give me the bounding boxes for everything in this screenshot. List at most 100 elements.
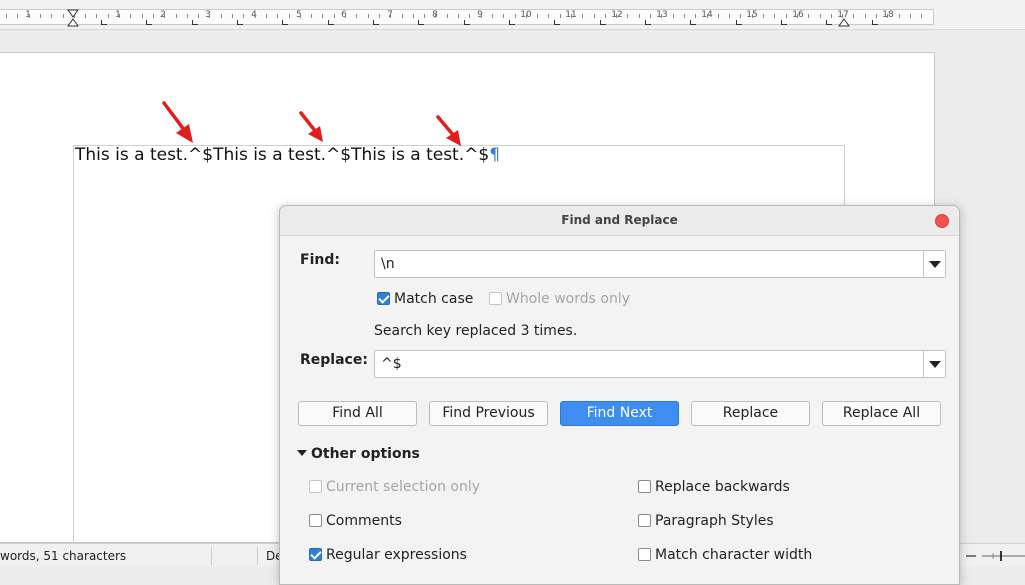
ruler-tick xyxy=(752,14,753,18)
ruler-tick xyxy=(899,14,900,18)
ruler-tick xyxy=(289,14,290,18)
ruler-tick xyxy=(447,14,448,18)
find-next-button[interactable]: Find Next xyxy=(560,401,679,426)
ruler-tick xyxy=(96,14,97,18)
chevron-down-icon[interactable] xyxy=(923,251,945,277)
ruler-tick xyxy=(356,14,357,18)
paragraph-styles-checkbox[interactable]: Paragraph Styles xyxy=(638,513,774,529)
ruler-tick xyxy=(198,14,199,18)
ruler-tick xyxy=(63,14,64,18)
checkbox-icon[interactable] xyxy=(309,480,322,493)
replace-backwards-label: Replace backwards xyxy=(655,479,790,495)
tab-stop-marker xyxy=(600,20,606,25)
ruler-tick xyxy=(29,14,30,18)
whole-words-label: Whole words only xyxy=(506,291,631,307)
ruler-tick xyxy=(164,14,165,18)
ruler-tick xyxy=(560,14,561,18)
ruler-tick xyxy=(503,14,504,18)
checkbox-icon[interactable] xyxy=(638,480,651,493)
ruler-tick xyxy=(820,14,821,18)
ruler-tick xyxy=(40,14,41,18)
ruler-tick xyxy=(673,14,674,18)
ruler-tick xyxy=(300,14,301,18)
ruler-number: 5 xyxy=(296,10,302,20)
ruler-tick xyxy=(209,14,210,18)
tab-stop-marker xyxy=(464,20,470,25)
tab-stop-marker xyxy=(781,20,787,25)
checkbox-checked-icon[interactable] xyxy=(309,548,322,561)
word-count-status[interactable]: words, 51 characters xyxy=(0,549,126,563)
ruler-tick xyxy=(718,14,719,18)
red-arrow-annotation-icon xyxy=(162,101,193,143)
replace-backwards-checkbox[interactable]: Replace backwards xyxy=(638,479,790,495)
ruler-tick xyxy=(176,14,177,18)
dialog-titlebar[interactable]: Find and Replace xyxy=(280,206,959,236)
ruler-tick xyxy=(695,14,696,18)
ruler-tick xyxy=(435,14,436,18)
ruler-tick xyxy=(130,14,131,18)
ruler-tick xyxy=(379,14,380,18)
ruler-tick xyxy=(661,14,662,18)
tab-stop-marker xyxy=(509,20,515,25)
ruler-tick xyxy=(526,14,527,18)
search-status-message: Search key replaced 3 times. xyxy=(374,323,578,339)
replace-combobox[interactable]: ^$ xyxy=(374,350,946,378)
match-character-width-checkbox[interactable]: Match character width xyxy=(638,547,812,563)
ruler-tick xyxy=(684,14,685,18)
match-case-checkbox[interactable]: Match case xyxy=(377,291,473,307)
tab-stop-marker xyxy=(690,20,696,25)
ruler-tick xyxy=(221,14,222,18)
zoom-slider[interactable] xyxy=(960,548,1025,564)
tab-stop-marker xyxy=(146,20,152,25)
text-segment: This is a test.^$ xyxy=(213,145,352,165)
ruler-tick xyxy=(108,14,109,18)
ruler-number: 3 xyxy=(205,10,211,20)
checkbox-icon[interactable] xyxy=(638,514,651,527)
red-arrow-annotation-icon xyxy=(299,111,323,142)
comments-label: Comments xyxy=(326,513,402,529)
ruler-tick xyxy=(865,14,866,18)
close-icon[interactable] xyxy=(935,214,949,228)
ruler-tick xyxy=(808,14,809,18)
replace-button[interactable]: Replace xyxy=(691,401,810,426)
find-previous-button[interactable]: Find Previous xyxy=(429,401,548,426)
ruler-tick xyxy=(774,14,775,18)
whole-words-checkbox[interactable]: Whole words only xyxy=(489,291,630,307)
other-options-expander[interactable]: Other options xyxy=(297,446,420,462)
checkbox-checked-icon[interactable] xyxy=(377,292,390,305)
replace-all-button[interactable]: Replace All xyxy=(822,401,941,426)
right-indent-marker-icon[interactable] xyxy=(838,9,850,27)
ruler-tick xyxy=(605,14,606,18)
ruler-tick xyxy=(627,14,628,18)
tab-stop-marker xyxy=(826,20,832,25)
ruler-tick xyxy=(232,14,233,18)
ruler-number: 13 xyxy=(656,10,668,20)
current-selection-only-checkbox[interactable]: Current selection only xyxy=(309,479,480,495)
find-input[interactable]: \n xyxy=(381,256,395,272)
left-indent-marker-icon[interactable] xyxy=(67,9,79,27)
ruler-number: 2 xyxy=(160,10,166,20)
find-combobox[interactable]: \n xyxy=(374,250,946,278)
ruler-tick xyxy=(322,14,323,18)
ruler-tick xyxy=(639,14,640,18)
tab-stop-marker xyxy=(736,20,742,25)
checkbox-icon[interactable] xyxy=(638,548,651,561)
ruler-tick xyxy=(85,14,86,18)
comments-checkbox[interactable]: Comments xyxy=(309,513,402,529)
ruler-tick xyxy=(887,14,888,18)
replace-input[interactable]: ^$ xyxy=(381,356,402,372)
ruler-tick xyxy=(910,14,911,18)
tab-stop-marker xyxy=(554,20,560,25)
triangle-down-icon xyxy=(297,450,307,456)
find-all-button[interactable]: Find All xyxy=(298,401,417,426)
ruler-tick xyxy=(594,14,595,18)
checkbox-icon[interactable] xyxy=(489,292,502,305)
ruler-tick xyxy=(571,14,572,18)
ruler-tick xyxy=(650,14,651,18)
checkbox-icon[interactable] xyxy=(309,514,322,527)
chevron-down-icon[interactable] xyxy=(923,351,945,377)
regular-expressions-checkbox[interactable]: Regular expressions xyxy=(309,547,467,563)
ruler-tick xyxy=(334,14,335,18)
ruler-tick xyxy=(243,14,244,18)
ruler-tick xyxy=(119,14,120,18)
